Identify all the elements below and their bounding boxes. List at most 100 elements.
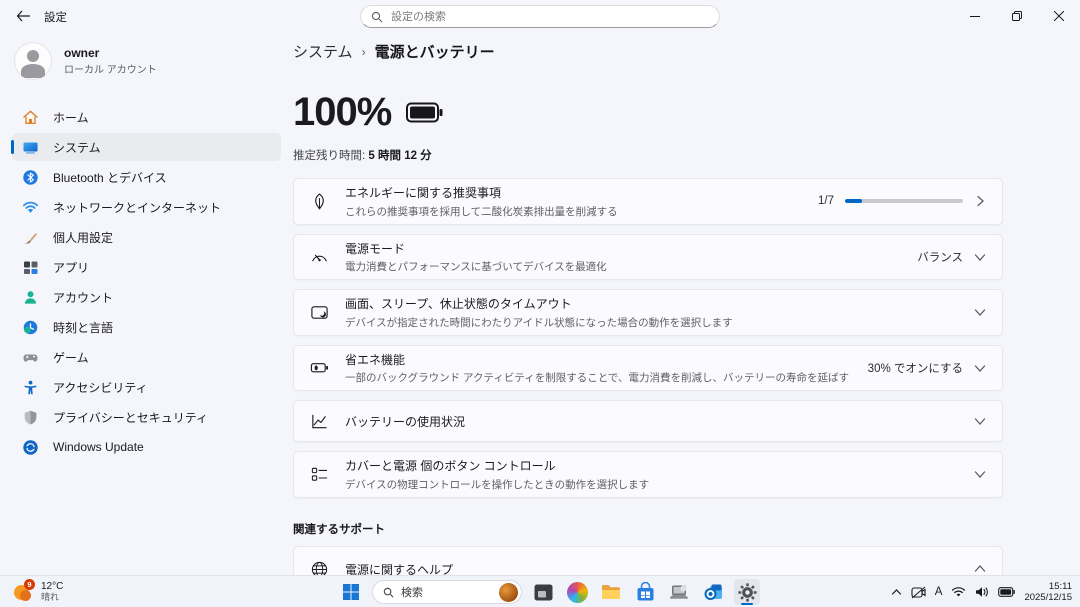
gaming-gamepad-icon [22, 349, 39, 366]
weather-icon: 9 [12, 581, 34, 603]
sidebar-item-label: ホーム [53, 109, 89, 126]
battery-full-icon [406, 102, 443, 123]
tray-chevron-up-icon[interactable] [891, 588, 902, 596]
card-subtitle: 電力消費とパフォーマンスに基づいてデバイスを最適化 [345, 259, 901, 274]
chevron-down-icon [974, 251, 986, 263]
taskbar-app-settings[interactable] [734, 579, 760, 605]
user-account-block: owner ローカル アカウント [14, 42, 279, 80]
leaf-icon [310, 192, 329, 211]
network-wifi-icon [22, 199, 39, 216]
back-button[interactable] [8, 4, 38, 28]
card-power-mode[interactable]: 電源モード 電力消費とパフォーマンスに基づいてデバイスを最適化 バランス [293, 234, 1003, 281]
sidebar-item-accessibility[interactable]: アクセシビリティ [12, 373, 281, 401]
sidebar-item-label: アプリ [53, 259, 89, 276]
sidebar-item-label: ゲーム [53, 349, 89, 366]
battery-estimate-value: 5 時間 12 分 [368, 150, 431, 162]
taskbar-search-label: 検索 [401, 584, 492, 600]
card-energy-recommendations[interactable]: エネルギーに関する推奨事項 これらの推奨事項を採用して二酸化炭素排出量を削減する… [293, 178, 1003, 225]
wifi-icon[interactable] [951, 586, 966, 598]
tray-battery-icon[interactable] [998, 587, 1015, 597]
taskbar-app-outlook[interactable] [700, 579, 726, 605]
start-button[interactable] [338, 579, 364, 605]
card-subtitle: デバイスの物理コントロールを操作したときの動作を選択します [345, 477, 958, 492]
lid-power-controls-icon [310, 465, 329, 484]
taskbar-app-file-explorer[interactable] [598, 579, 624, 605]
related-support-heading: 関連するサポート [293, 521, 1080, 537]
sidebar-item-home[interactable]: ホーム [12, 103, 281, 131]
taskbar-center: 検索 [338, 576, 760, 607]
ime-indicator[interactable]: A [935, 586, 943, 598]
recommendation-progress-bar [845, 199, 963, 203]
taskbar-app-dark[interactable] [530, 579, 556, 605]
card-title: エネルギーに関する推奨事項 [345, 184, 802, 201]
avatar [14, 42, 52, 80]
minimize-button[interactable] [954, 0, 996, 32]
camera-off-icon[interactable] [911, 586, 926, 599]
sidebar-item-network-internet[interactable]: ネットワークとインターネット [12, 193, 281, 221]
file-explorer-icon [600, 581, 622, 603]
widgets-button[interactable]: 9 12°C 晴れ [4, 576, 71, 607]
breadcrumb-separator: › [362, 45, 366, 59]
apps-grid-icon [22, 259, 39, 276]
window-controls [954, 0, 1080, 32]
gauge-icon [310, 247, 329, 266]
sidebar-item-label: アクセシビリティ [53, 379, 148, 396]
settings-search-box[interactable] [360, 5, 720, 28]
main-content: システム › 電源とバッテリー 100% 推定残り時間: 5 時間 12 分 エ… [293, 32, 1080, 575]
restore-button[interactable] [996, 0, 1038, 32]
page-title: 電源とバッテリー [375, 41, 495, 62]
system-icon [22, 139, 39, 156]
battery-percent: 100% [293, 90, 391, 135]
card-title: 画面、スリープ、休止状態のタイムアウト [345, 295, 958, 312]
card-title: 電源モード [345, 240, 901, 257]
card-subtitle: これらの推奨事項を採用して二酸化炭素排出量を削減する [345, 204, 802, 219]
sidebar-item-label: システム [53, 139, 101, 156]
sidebar-item-accounts[interactable]: アカウント [12, 283, 281, 311]
battery-estimate: 推定残り時間: 5 時間 12 分 [293, 147, 1080, 163]
weather-condition: 晴れ [41, 592, 63, 603]
sidebar-item-windows-update[interactable]: Windows Update [12, 433, 281, 461]
sidebar-item-gaming[interactable]: ゲーム [12, 343, 281, 371]
card-title: 省エネ機能 [345, 351, 852, 368]
card-lid-power-button-controls[interactable]: カバーと電源 個のボタン コントロール デバイスの物理コントロールを操作したとき… [293, 451, 1003, 498]
time-language-icon [22, 319, 39, 336]
screen-sleep-icon [310, 303, 329, 322]
card-battery-usage[interactable]: バッテリーの使用状況 [293, 400, 1003, 442]
taskbar-app-copilot[interactable] [564, 579, 590, 605]
sidebar-item-personalization[interactable]: 個人用設定 [12, 223, 281, 251]
sidebar-nav: ホーム システム Bluetooth とデバイス ネットワークとインターネット … [0, 102, 293, 462]
taskbar-app-laptop[interactable] [666, 579, 692, 605]
bluetooth-icon [22, 169, 39, 186]
search-highlight-image [499, 583, 518, 602]
energy-saver-value: 30% でオンにする [868, 360, 963, 376]
battery-usage-chart-icon [310, 412, 329, 431]
taskbar-clock[interactable]: 15:11 2025/12/15 [1024, 581, 1072, 604]
sidebar-item-time-language[interactable]: 時刻と言語 [12, 313, 281, 341]
card-screen-sleep-timeouts[interactable]: 画面、スリープ、休止状態のタイムアウト デバイスが指定された時間にわたりアイドル… [293, 289, 1003, 336]
windows-logo-icon [342, 583, 360, 601]
sidebar-item-label: アカウント [53, 289, 113, 306]
search-input[interactable] [391, 11, 709, 23]
search-icon [383, 587, 394, 598]
battery-hero: 100% [293, 90, 1080, 135]
close-button[interactable] [1038, 0, 1080, 32]
privacy-shield-icon [22, 409, 39, 426]
card-subtitle: デバイスが指定された時間にわたりアイドル状態になった場合の動作を選択します [345, 315, 958, 330]
sidebar-item-label: ネットワークとインターネット [53, 199, 221, 216]
card-energy-saver[interactable]: 省エネ機能 一部のバックグラウンド アクティビティを制限することで、電力消費を削… [293, 345, 1003, 392]
sidebar-item-bluetooth-devices[interactable]: Bluetooth とデバイス [12, 163, 281, 191]
taskbar-search-box[interactable]: 検索 [372, 580, 522, 604]
breadcrumb-system-link[interactable]: システム [293, 41, 353, 62]
sidebar-item-privacy-security[interactable]: プライバシーとセキュリティ [12, 403, 281, 431]
volume-icon[interactable] [975, 586, 989, 598]
home-icon [22, 109, 39, 126]
energy-saver-icon [310, 358, 329, 377]
personalization-brush-icon [22, 229, 39, 246]
sidebar-item-apps[interactable]: アプリ [12, 253, 281, 281]
chevron-down-icon [974, 306, 986, 318]
dark-app-icon [533, 582, 554, 603]
breadcrumb: システム › 電源とバッテリー [293, 41, 1080, 62]
taskbar-app-microsoft-store[interactable] [632, 579, 658, 605]
sidebar-item-system[interactable]: システム [12, 133, 281, 161]
chevron-up-icon [974, 563, 986, 575]
